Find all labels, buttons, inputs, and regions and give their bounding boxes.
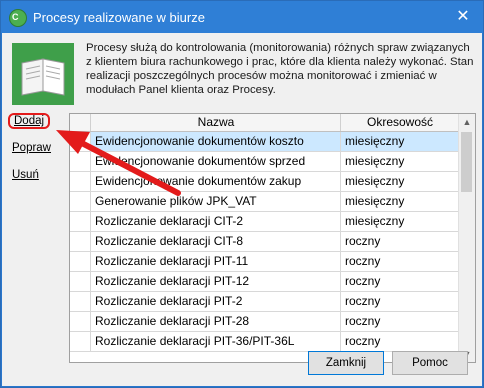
cell-name: Ewidencjonowanie dokumentów koszto [90,132,341,151]
cell-name: Rozliczanie deklaracji PIT-11 [90,252,341,271]
table-row[interactable]: Rozliczanie deklaracji CIT-8 roczny [70,232,458,252]
scroll-thumb[interactable] [461,132,472,192]
cell-period: roczny [340,312,459,331]
table-row[interactable]: Rozliczanie deklaracji PIT-11 roczny [70,252,458,272]
cell-period: miesięczny [340,192,459,211]
row-marker [70,172,90,191]
scroll-up-icon[interactable]: ▲ [459,114,475,130]
cell-period: roczny [340,252,459,271]
book-icon [12,43,74,105]
cell-name: Ewidencjonowanie dokumentów sprzed [90,152,341,171]
help-button[interactable]: Pomoc [392,351,468,375]
table-row[interactable]: Rozliczanie deklaracji PIT-36/PIT-36L roc… [70,332,458,352]
close-button[interactable]: Zamknij [308,351,384,375]
table-row[interactable]: Rozliczanie deklaracji CIT-2 miesięczny [70,212,458,232]
table-row[interactable]: Generowanie plików JPK_VAT miesięczny [70,192,458,212]
delete-link[interactable]: Usuń [8,167,60,183]
column-header-period[interactable]: Okresowość [340,114,459,131]
dialog-body: Procesy służą do kontrolowania (monitoro… [2,33,482,386]
cell-name: Ewidencjonowanie dokumentów zakup [90,172,341,191]
cell-name: Rozliczanie deklaracji PIT-2 [90,292,341,311]
table-row[interactable]: Rozliczanie deklaracji PIT-12 roczny [70,272,458,292]
cell-period: miesięczny [340,152,459,171]
edit-link[interactable]: Popraw [8,140,60,156]
row-marker [70,152,90,171]
table-row[interactable]: Ewidencjonowanie dokumentów sprzed miesię… [70,152,458,172]
cell-period: miesięczny [340,172,459,191]
close-icon[interactable]: ✕ [453,7,473,27]
dialog-window: C Procesy realizowane w biurze ✕ Procesy… [0,0,484,388]
column-header-name[interactable]: Nazwa [90,114,341,131]
row-marker [70,192,90,211]
row-pointer-icon: ▶ [70,132,90,151]
cell-name: Rozliczanie deklaracji PIT-36/PIT-36L [90,332,341,351]
vertical-scrollbar[interactable]: ▲ ▼ [458,114,475,362]
description-text: Procesy służą do kontrolowania (monitoro… [86,42,474,96]
cell-period: miesięczny [340,132,459,151]
table-row[interactable]: Rozliczanie deklaracji PIT-2 roczny [70,292,458,312]
row-marker [70,212,90,231]
app-icon-letter: C [12,12,19,22]
table-row[interactable]: ▶ Ewidencjonowanie dokumentów koszto miesi… [70,132,459,152]
cell-name: Rozliczanie deklaracji PIT-12 [90,272,341,291]
table-row[interactable]: Ewidencjonowanie dokumentów zakup miesięc… [70,172,458,192]
cell-period: roczny [340,232,459,251]
app-icon: C [9,9,27,27]
cell-period: roczny [340,332,459,351]
row-marker [70,232,90,251]
row-marker [70,332,90,351]
cell-name: Rozliczanie deklaracji PIT-28 [90,312,341,331]
cell-period: roczny [340,292,459,311]
process-table[interactable]: Nazwa Okresowość ▶ Ewidencjonowanie dokum… [69,113,476,363]
table-header: Nazwa Okresowość [70,114,458,132]
row-marker [70,252,90,271]
table-row[interactable]: Rozliczanie deklaracji PIT-28 roczny [70,312,458,332]
title-bar[interactable]: C Procesy realizowane w biurze ✕ [1,1,483,33]
row-marker [70,272,90,291]
window-title: Procesy realizowane w biurze [33,10,205,25]
cell-name: Generowanie plików JPK_VAT [90,192,341,211]
cell-period: roczny [340,272,459,291]
row-marker [70,292,90,311]
cell-name: Rozliczanie deklaracji CIT-2 [90,212,341,231]
action-links: Dodaj Popraw Usuń [8,113,60,194]
row-marker [70,312,90,331]
cell-name: Rozliczanie deklaracji CIT-8 [90,232,341,251]
add-link[interactable]: Dodaj [8,113,51,129]
cell-period: miesięczny [340,212,459,231]
